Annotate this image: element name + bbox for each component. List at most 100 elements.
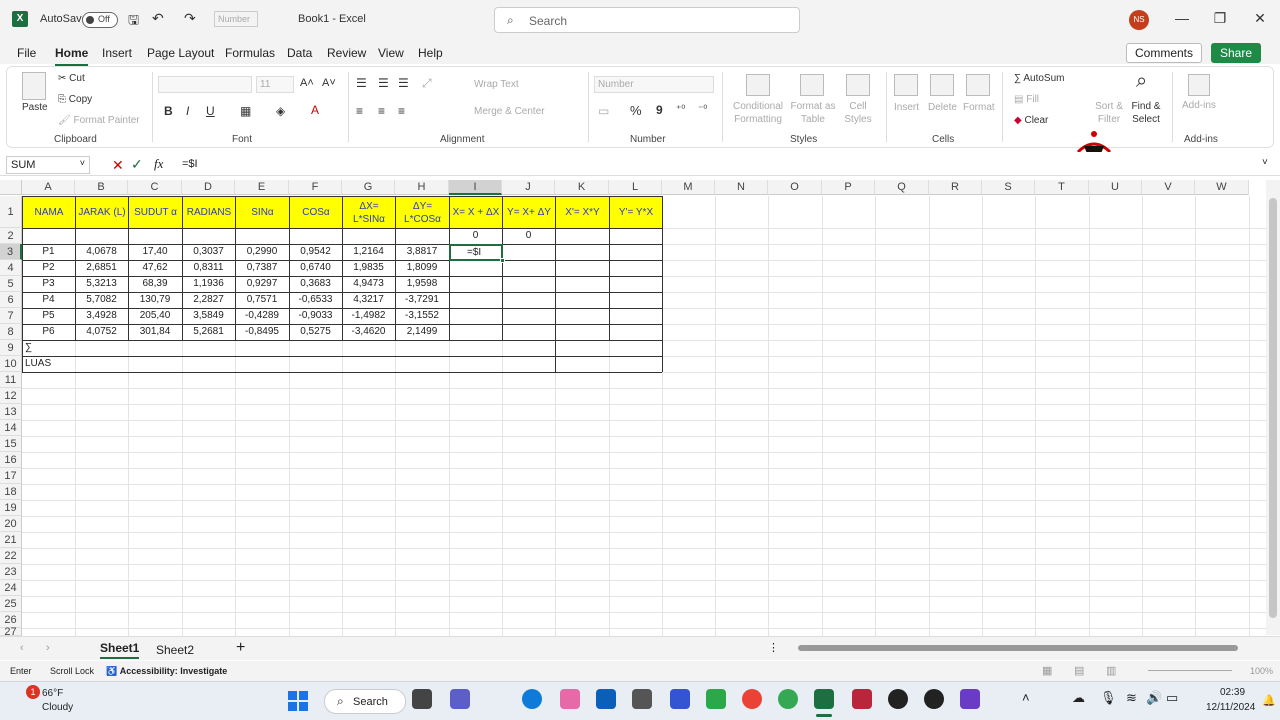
access-icon[interactable] <box>852 689 872 709</box>
borders-icon[interactable]: ▦ <box>240 104 251 118</box>
format-painter-button[interactable]: 🖌 Format Painter <box>58 115 140 126</box>
zoom-slider[interactable] <box>1148 670 1232 671</box>
tab-sheet2[interactable]: Sheet2 <box>156 643 194 657</box>
fill-button[interactable]: ▤ Fill <box>1014 94 1039 105</box>
delete-cells-icon[interactable] <box>930 74 954 96</box>
search-box[interactable]: ⌕ Search <box>494 7 800 33</box>
chevron-up-icon[interactable]: ˄ <box>1022 690 1030 705</box>
add-ins-button[interactable]: Add-ins <box>1182 100 1216 111</box>
format-button[interactable]: Format <box>963 102 995 113</box>
geogebra-icon[interactable] <box>706 689 726 709</box>
font-size-box[interactable]: 11 <box>256 76 294 93</box>
pen-app-icon[interactable] <box>670 689 690 709</box>
volume-icon[interactable]: 🔊 <box>1146 690 1162 706</box>
windows-start-icon[interactable] <box>288 691 308 711</box>
fx-icon[interactable]: fx <box>154 156 163 172</box>
wifi-icon[interactable]: ≋ <box>1126 690 1137 706</box>
cut-button[interactable]: ✂ Cut <box>58 73 85 84</box>
insert-button[interactable]: Insert <box>894 102 919 113</box>
taskbar-search[interactable]: ⌕ Search <box>324 689 406 714</box>
prev-sheet-icon[interactable]: ‹ <box>20 642 24 654</box>
tab-data[interactable]: Data <box>287 46 312 60</box>
clock-time[interactable]: 02:39 <box>1220 687 1245 698</box>
comments-button[interactable]: Comments <box>1126 43 1203 63</box>
store-icon[interactable] <box>596 689 616 709</box>
weather-desc[interactable]: Cloudy <box>42 702 73 713</box>
formula-input[interactable]: =$I <box>182 158 198 170</box>
spreadsheet-grid[interactable] <box>0 180 1266 635</box>
cloud-icon[interactable]: ☁ <box>1072 690 1085 706</box>
align-bottom-icon[interactable]: ☰ <box>398 76 409 90</box>
expand-formula-icon[interactable]: ˅ <box>1262 157 1268 168</box>
format-table-icon[interactable] <box>800 74 824 96</box>
tab-home[interactable]: Home <box>55 46 89 66</box>
redo-icon[interactable]: ↷ <box>184 10 196 27</box>
number-format-quick[interactable]: Number <box>214 11 258 27</box>
vertical-scrollbar[interactable] <box>1266 180 1280 635</box>
tab-view[interactable]: View <box>378 46 404 60</box>
find-select-button[interactable]: Find & Select <box>1128 100 1164 126</box>
accessibility-status[interactable]: ♿ Accessibility: Investigate <box>106 666 227 677</box>
autosave-toggle[interactable]: Off <box>82 12 118 28</box>
conditional-formatting-button[interactable]: Conditional Formatting <box>730 100 786 126</box>
restore-icon[interactable]: ❐ <box>1210 10 1230 27</box>
copy-button[interactable]: ⎘ Copy <box>58 94 92 105</box>
edge-icon[interactable] <box>522 689 542 709</box>
minimize-icon[interactable]: — <box>1172 10 1192 26</box>
clock-date[interactable]: 12/11/2024 <box>1206 702 1255 713</box>
increase-font-icon[interactable]: A˄ <box>300 77 314 89</box>
more-options-icon[interactable]: ⋮ <box>768 641 779 654</box>
page-break-view-icon[interactable]: ▥ <box>1106 664 1116 677</box>
align-top-icon[interactable]: ☰ <box>356 76 367 90</box>
currency-icon[interactable]: ▭ <box>598 104 609 118</box>
horizontal-scrollbar[interactable] <box>786 643 1260 653</box>
chrome-profile-icon[interactable] <box>778 689 798 709</box>
copilot-icon[interactable] <box>560 689 580 709</box>
cancel-formula-icon[interactable]: ✕ <box>112 157 124 174</box>
increase-decimal-icon[interactable]: ⁺⁰ <box>676 104 685 115</box>
insert-cells-icon[interactable] <box>894 74 918 96</box>
avatar[interactable]: NS <box>1129 10 1149 30</box>
clear-button[interactable]: ◆ Clear <box>1014 115 1048 126</box>
paste-button[interactable]: Paste <box>22 102 48 113</box>
share-button[interactable]: Share <box>1211 43 1262 63</box>
cell-styles-icon[interactable] <box>846 74 870 96</box>
excel-taskbar-icon[interactable] <box>814 689 834 709</box>
weather-temp[interactable]: 66°F <box>42 688 63 699</box>
percent-button[interactable]: % <box>630 103 642 118</box>
add-ins-icon[interactable] <box>1188 74 1210 96</box>
decrease-decimal-icon[interactable]: ⁻⁰ <box>698 104 707 115</box>
enter-formula-icon[interactable]: ✓ <box>131 156 143 173</box>
align-middle-icon[interactable]: ☰ <box>378 76 389 90</box>
page-layout-view-icon[interactable]: ▤ <box>1074 664 1084 677</box>
tab-file[interactable]: File <box>17 46 36 60</box>
font-color-icon[interactable]: A <box>311 103 319 117</box>
bold-button[interactable]: B <box>164 104 173 118</box>
obs-icon[interactable] <box>888 689 908 709</box>
battery-icon[interactable]: ▭ <box>1166 690 1178 706</box>
chrome-icon[interactable] <box>742 689 762 709</box>
tab-formulas[interactable]: Formulas <box>225 46 275 60</box>
font-name-box[interactable] <box>158 76 252 93</box>
app-icon[interactable] <box>632 689 652 709</box>
align-right-icon[interactable]: ≡ <box>398 104 405 118</box>
tab-sheet1[interactable]: Sheet1 <box>100 641 140 659</box>
undo-icon[interactable]: ↶ <box>152 10 164 27</box>
clipchamp-icon[interactable] <box>960 689 980 709</box>
zoom-level[interactable]: 100% <box>1250 666 1273 676</box>
sort-filter-button[interactable]: Sort & Filter <box>1094 100 1124 126</box>
align-center-icon[interactable]: ≡ <box>378 104 385 118</box>
autosum-button[interactable]: ∑ AutoSum <box>1014 73 1065 84</box>
fill-color-icon[interactable]: ◈ <box>276 104 285 118</box>
tab-help[interactable]: Help <box>418 46 443 60</box>
orientation-icon[interactable]: ⤢ <box>422 76 432 91</box>
teams-icon[interactable] <box>450 689 470 709</box>
add-sheet-icon[interactable]: + <box>236 639 245 657</box>
decrease-font-icon[interactable]: A˅ <box>322 77 336 89</box>
name-box[interactable]: SUM ˅ <box>6 156 90 174</box>
comma-button[interactable]: 9 <box>656 103 663 117</box>
microphone-icon[interactable]: 🎙 <box>1100 690 1117 706</box>
tab-page-layout[interactable]: Page Layout <box>147 46 214 60</box>
align-left-icon[interactable]: ≡ <box>356 104 363 118</box>
save-icon[interactable]: 🖫 <box>128 11 139 33</box>
